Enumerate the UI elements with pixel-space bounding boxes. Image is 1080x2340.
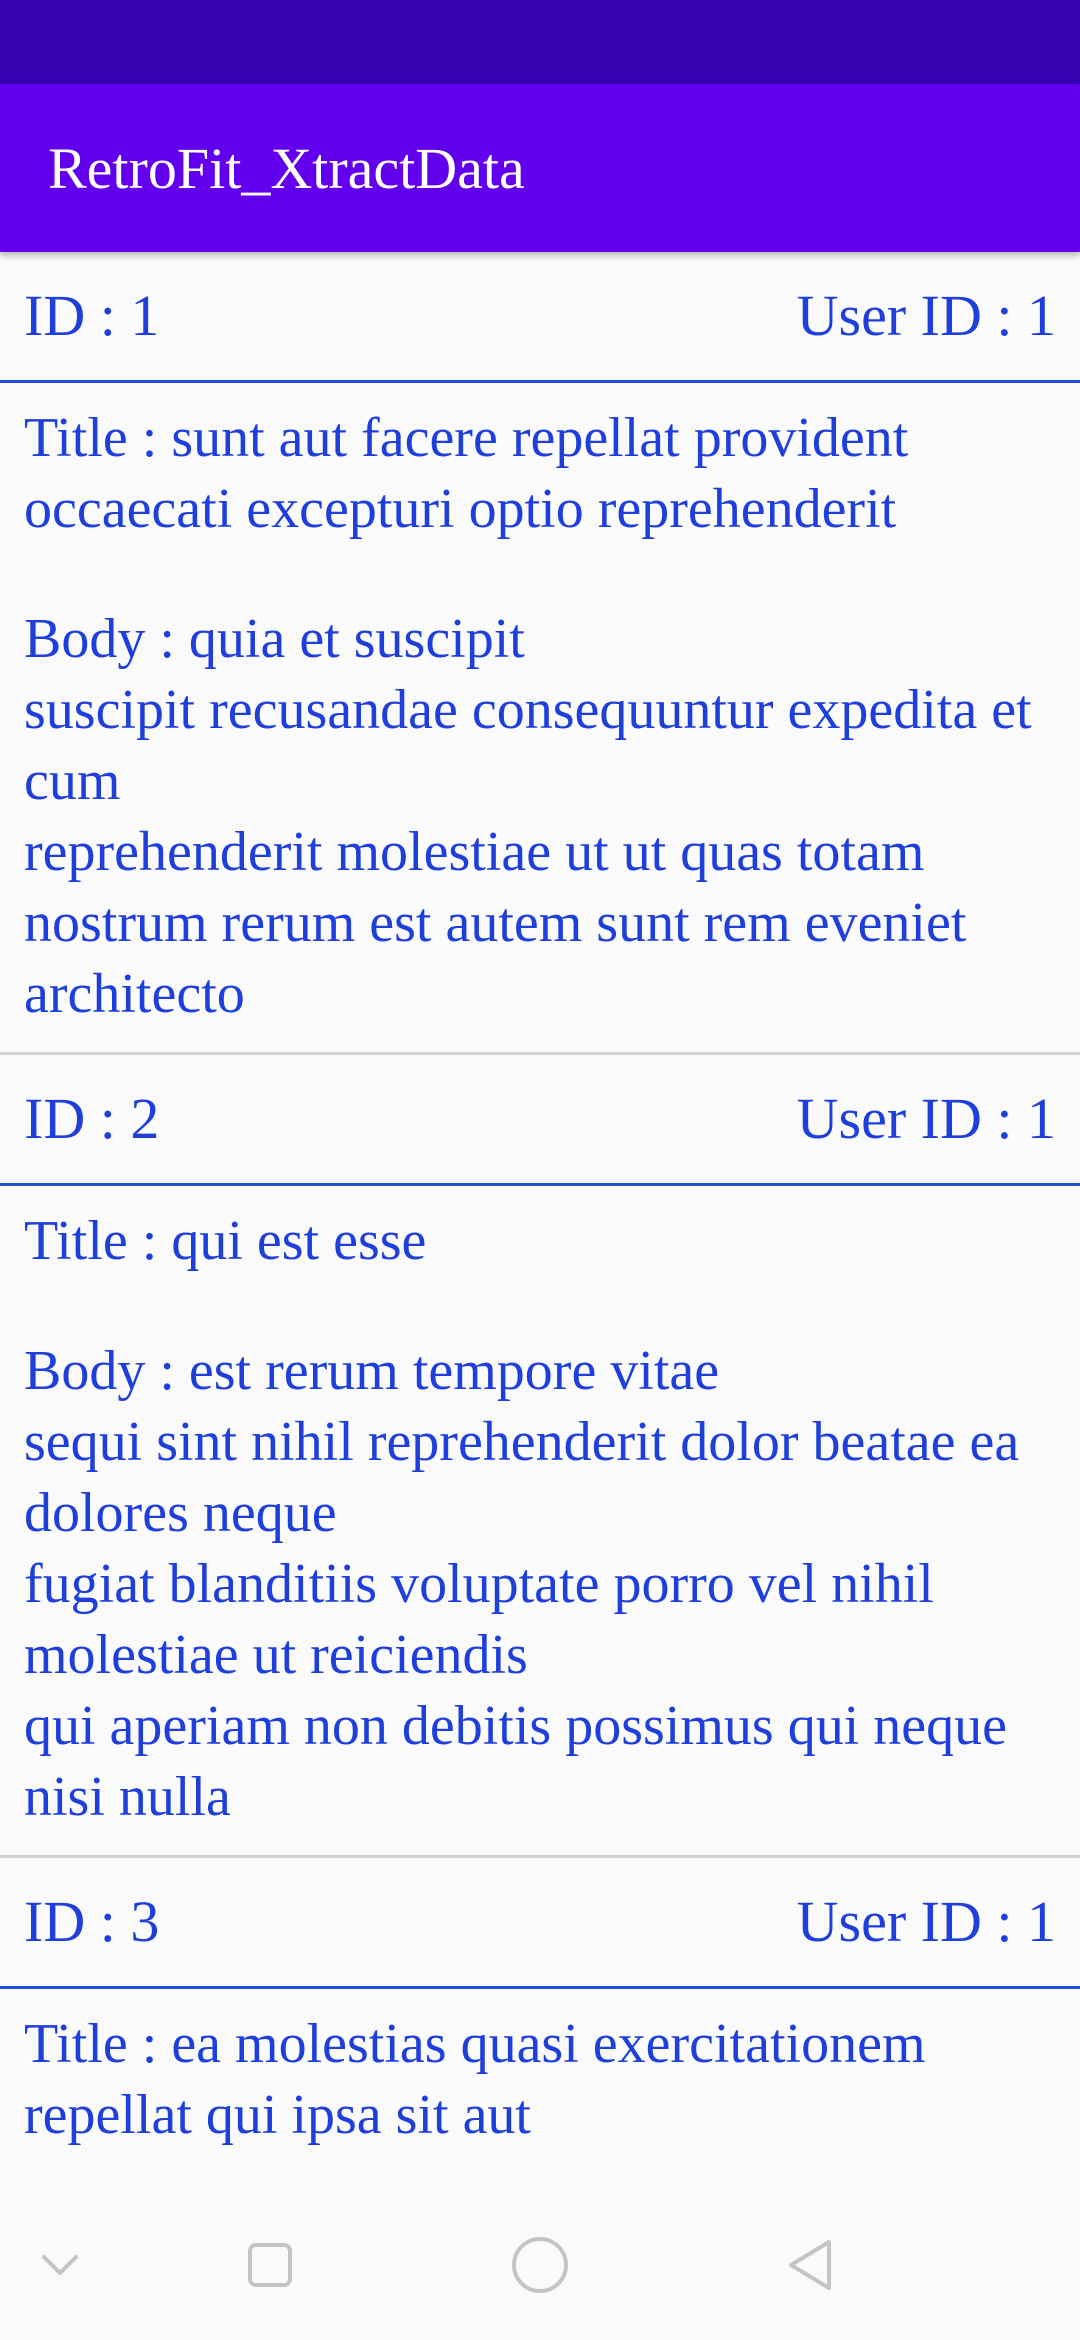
app-title: RetroFit_XtractData	[48, 136, 525, 201]
post-user-id: User ID : 1	[796, 1086, 1056, 1151]
post-id: ID : 3	[24, 1889, 160, 1954]
post-title: Title : qui est esse	[24, 1210, 427, 1272]
post-content: Title : qui est esse Body : est rerum te…	[0, 1186, 1080, 1855]
post-title: Title : ea molestias quasi exercitatione…	[24, 2013, 926, 2146]
list-item-post-3[interactable]: ID : 3 User ID : 1 Title : ea molestias …	[0, 1858, 1080, 2235]
posts-list[interactable]: ID : 1 User ID : 1 Title : sunt aut face…	[0, 252, 1080, 2262]
post-content: Title : sunt aut facere repellat provide…	[0, 383, 1080, 1052]
post-body: Body : est rerum tempore vitae sequi sin…	[24, 1340, 1020, 1828]
post-user-id: User ID : 1	[796, 1889, 1056, 1954]
home-circle-icon[interactable]	[460, 2190, 620, 2340]
post-id: ID : 1	[24, 283, 160, 348]
post-header: ID : 2 User ID : 1	[0, 1055, 1080, 1186]
navigation-bar	[0, 2190, 1080, 2340]
back-triangle-icon[interactable]	[730, 2190, 890, 2340]
post-header: ID : 1 User ID : 1	[0, 252, 1080, 383]
app-bar: RetroFit_XtractData	[0, 84, 1080, 252]
post-id: ID : 2	[24, 1086, 160, 1151]
list-item-post-2[interactable]: ID : 2 User ID : 1 Title : qui est esse …	[0, 1055, 1080, 1858]
chevron-down-icon[interactable]	[0, 2190, 140, 2340]
status-bar	[0, 0, 1080, 84]
list-item-post-1[interactable]: ID : 1 User ID : 1 Title : sunt aut face…	[0, 252, 1080, 1055]
recents-square-icon[interactable]	[190, 2190, 350, 2340]
post-header: ID : 3 User ID : 1	[0, 1858, 1080, 1989]
post-title: Title : sunt aut facere repellat provide…	[24, 407, 909, 540]
post-user-id: User ID : 1	[796, 283, 1056, 348]
post-body: Body : quia et suscipit suscipit recusan…	[24, 608, 1032, 1025]
